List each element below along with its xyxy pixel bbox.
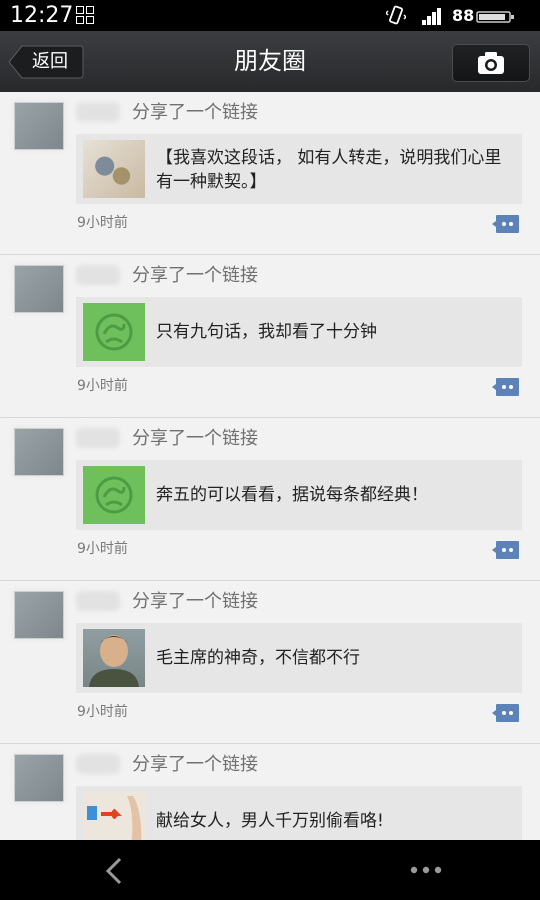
bottom-nav-bar <box>0 840 540 900</box>
green-link-icon <box>83 466 145 524</box>
post-action-text: 分享了一个链接 <box>132 754 258 775</box>
title-bar: 返回 朋友圈 <box>0 31 540 93</box>
comment-icon[interactable] <box>492 377 520 397</box>
avatar[interactable] <box>14 591 64 639</box>
post-time: 9小时前 <box>77 541 128 557</box>
camera-button[interactable] <box>452 44 530 82</box>
user-name-blurred[interactable] <box>76 102 120 122</box>
post-action-text: 分享了一个链接 <box>132 102 258 123</box>
avatar[interactable] <box>14 102 64 150</box>
avatar[interactable] <box>14 265 64 313</box>
signal-icon <box>422 7 446 25</box>
user-name-blurred[interactable] <box>76 591 120 611</box>
comment-icon[interactable] <box>492 540 520 560</box>
post-action-text: 分享了一个链接 <box>132 428 258 449</box>
green-link-icon <box>83 303 145 361</box>
feed-post[interactable]: 分享了一个链接 毛主席的神奇，不信都不行 9小时前 <box>0 581 540 744</box>
user-name-blurred[interactable] <box>76 428 120 448</box>
post-time: 9小时前 <box>77 704 128 720</box>
link-title: 毛主席的神奇，不信都不行 <box>156 648 360 668</box>
woman-image <box>83 792 145 840</box>
status-time: 12:27 <box>10 3 74 28</box>
app-grid-icon <box>76 6 94 24</box>
flower-image <box>83 140 145 198</box>
link-placeholder-icon <box>95 476 133 514</box>
battery-icon <box>476 11 514 23</box>
post-time: 9小时前 <box>77 378 128 394</box>
comment-icon[interactable] <box>492 214 520 234</box>
user-name-blurred[interactable] <box>76 754 120 774</box>
chevron-left-icon[interactable] <box>104 857 124 885</box>
link-title: 奔五的可以看看，据说每条都经典！ <box>156 485 428 505</box>
link-title: 献给女人，男人千万别偷看咯! <box>156 811 384 831</box>
link-card[interactable]: 献给女人，男人千万别偷看咯! <box>76 786 522 840</box>
link-placeholder-icon <box>95 313 133 351</box>
avatar[interactable] <box>14 428 64 476</box>
link-card[interactable]: 【我喜欢这段话， 如有人转走，说明我们心里有一种默契。】 <box>76 134 522 204</box>
woman-figure <box>87 796 142 840</box>
link-card[interactable]: 只有九句话，我却看了十分钟 <box>76 297 522 367</box>
post-action-text: 分享了一个链接 <box>132 265 258 286</box>
feed-post[interactable]: 分享了一个链接 奔五的可以看看，据说每条都经典！ 9小时前 <box>0 418 540 581</box>
moments-feed[interactable]: 分享了一个链接 【我喜欢这段话， 如有人转走，说明我们心里有一种默契。】 9小时… <box>0 92 540 840</box>
link-title: 【我喜欢这段话， 如有人转走，说明我们心里有一种默契。】 <box>156 148 502 192</box>
status-bar: 12:27 88 <box>0 0 540 31</box>
post-action-text: 分享了一个链接 <box>132 591 258 612</box>
portrait-image <box>83 629 145 687</box>
link-card[interactable]: 奔五的可以看看，据说每条都经典！ <box>76 460 522 530</box>
camera-icon <box>478 52 504 74</box>
vibrate-icon <box>386 5 406 25</box>
feed-post[interactable]: 分享了一个链接 只有九句话，我却看了十分钟 9小时前 <box>0 255 540 418</box>
user-name-blurred[interactable] <box>76 265 120 285</box>
feed-post[interactable]: 分享了一个链接 【我喜欢这段话， 如有人转走，说明我们心里有一种默契。】 9小时… <box>0 92 540 255</box>
more-icon[interactable] <box>410 866 442 874</box>
battery-level: 88 <box>452 6 475 25</box>
link-title: 只有九句话，我却看了十分钟 <box>156 322 377 342</box>
avatar[interactable] <box>14 754 64 802</box>
comment-icon[interactable] <box>492 703 520 723</box>
portrait-figure <box>89 635 139 687</box>
link-card[interactable]: 毛主席的神奇，不信都不行 <box>76 623 522 693</box>
feed-post[interactable]: 分享了一个链接 献给女人，男人千万别偷看咯! <box>0 744 540 840</box>
post-time: 9小时前 <box>77 215 128 231</box>
